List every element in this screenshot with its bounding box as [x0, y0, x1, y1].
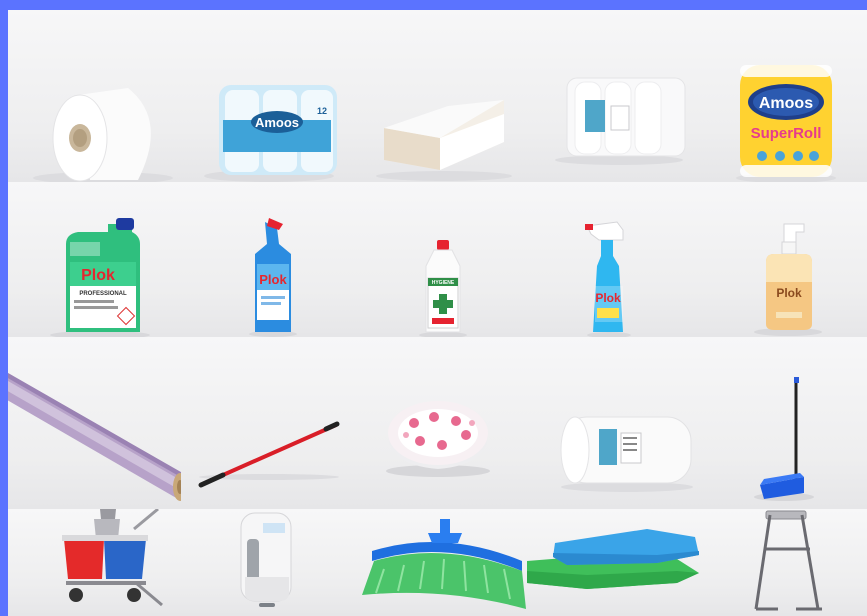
mop-trolley-image	[62, 509, 163, 607]
hand-soap-brand-label: Plok	[776, 286, 802, 300]
soap-dispenser-image	[240, 512, 292, 607]
microfiber-cloths-image	[527, 529, 699, 589]
kitchen-roll-brand-label: Amoos	[759, 95, 813, 112]
tile-stretch-film-roll	[8, 337, 181, 509]
tile-roll-stand	[700, 509, 867, 616]
bleach-brand-label: HYGIENE	[432, 280, 455, 286]
tile-kitchen-roll: Amoos SuperRoll	[700, 10, 867, 182]
tile-broom-handle	[181, 337, 354, 509]
glass-cleaner-spray-image: Plok	[585, 221, 631, 337]
stretch-film-roll-image	[8, 373, 181, 501]
toilet-paper-brand-label: Amoos	[255, 115, 299, 130]
hand-soap-pump-image: Plok	[754, 223, 822, 336]
toilet-paper-count-label: 12	[317, 106, 327, 116]
folded-hand-towels-image	[376, 100, 512, 181]
glass-cleaner-brand-label: Plok	[595, 291, 621, 305]
tile-microfiber-cloths	[527, 509, 700, 616]
tile-towel-rolls-pack	[527, 10, 700, 182]
bleach-bottle-image: HYGIENE	[419, 240, 467, 337]
tile-soap-dispenser	[181, 509, 354, 616]
floor-cleaner-jug-image: Plok PROFESSIONAL	[50, 218, 150, 337]
tile-broom-head	[354, 509, 527, 616]
tile-floor-cleaner-jug: Plok PROFESSIONAL	[8, 182, 181, 337]
toilet-paper-pack-image: Amoos 12	[204, 85, 337, 182]
wc-gel-bottle-image: Plok	[249, 218, 297, 337]
tile-jumbo-toilet-roll	[8, 10, 181, 182]
tile-wc-gel-bottle: Plok	[181, 182, 354, 337]
floor-cleaner-subtitle-label: PROFESSIONAL	[79, 291, 127, 297]
wc-gel-brand-label: Plok	[259, 272, 287, 287]
broom-handle-image	[198, 421, 340, 488]
tile-mop-trolley	[8, 509, 181, 616]
kitchen-roll-product-label: SuperRoll	[751, 125, 822, 142]
tile-bleach-bottle: HYGIENE	[354, 182, 527, 337]
tile-dustpan	[700, 337, 867, 509]
industrial-roll-image	[560, 416, 693, 492]
jumbo-toilet-roll-image	[33, 88, 173, 182]
tile-paper-plates	[354, 337, 527, 509]
paper-plates-image	[386, 401, 490, 477]
product-grid: Amoos 12 Amoos SuperRoll Plok PROFESSION…	[8, 10, 867, 616]
floor-cleaner-brand-label: Plok	[81, 267, 115, 284]
tile-folded-hand-towels	[354, 10, 527, 182]
tile-toilet-paper-pack: Amoos 12	[181, 10, 354, 182]
broom-head-image	[362, 519, 526, 609]
tile-industrial-roll	[527, 337, 700, 509]
tile-hand-soap-pump: Plok	[700, 182, 867, 337]
roll-stand-image	[754, 510, 822, 611]
tile-glass-cleaner-spray: Plok	[527, 182, 700, 337]
kitchen-roll-image: Amoos SuperRoll	[736, 65, 836, 182]
towel-rolls-pack-image	[555, 77, 686, 165]
dustpan-image	[754, 377, 814, 501]
